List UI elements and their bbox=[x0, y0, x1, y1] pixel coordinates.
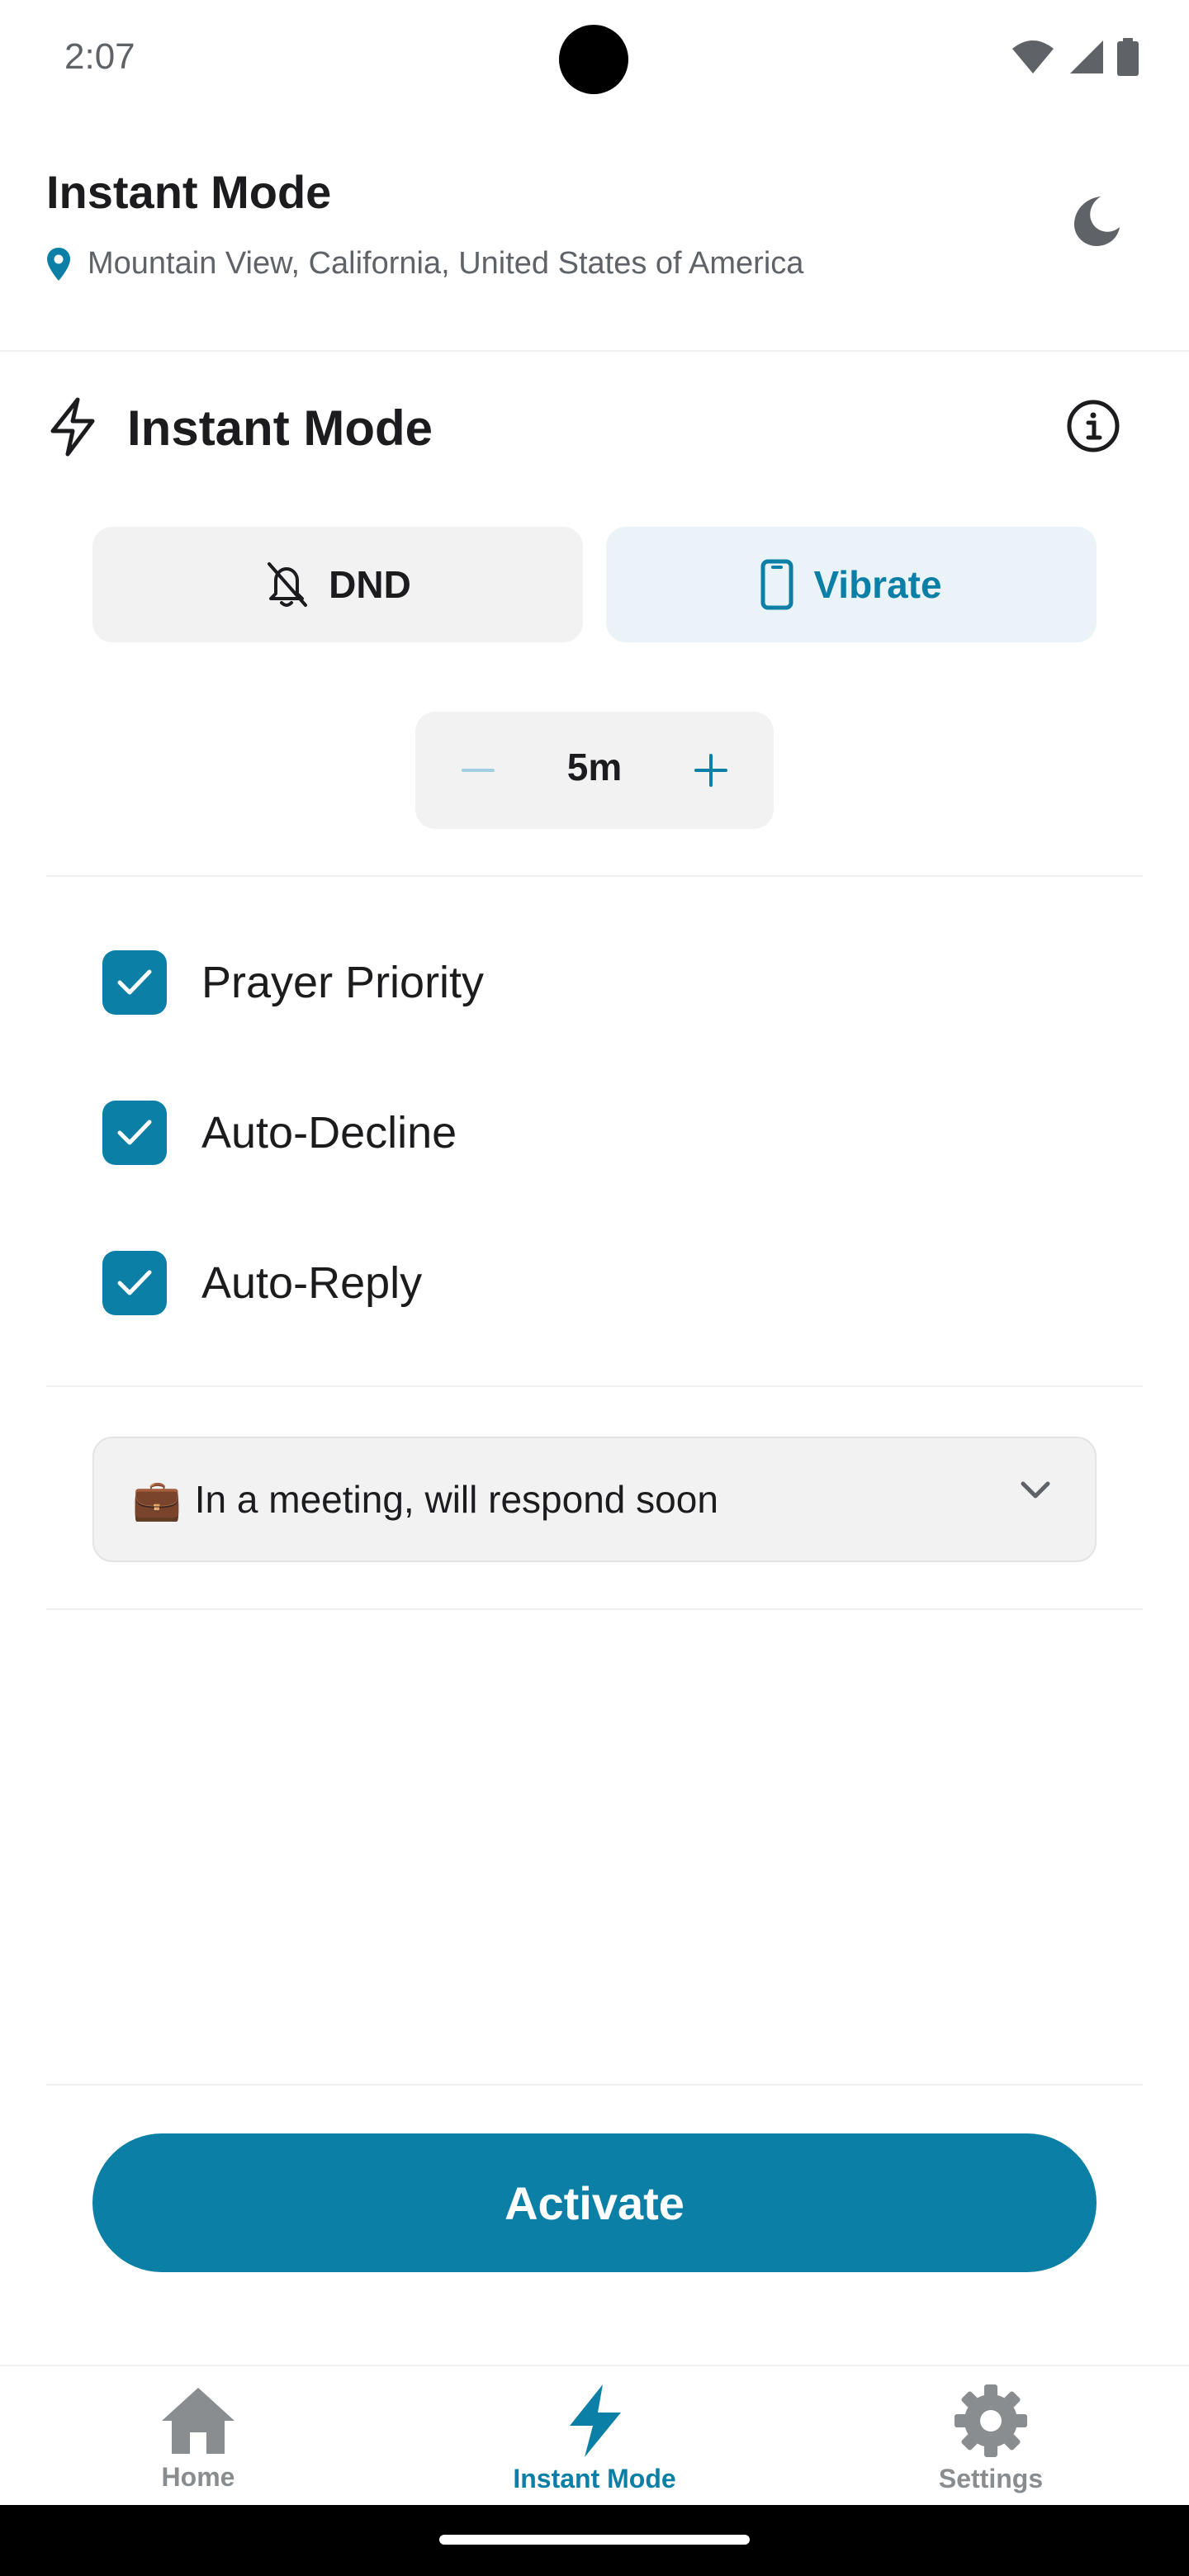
briefcase-icon: 💼 bbox=[132, 1478, 182, 1522]
nav-item-home[interactable]: Home bbox=[74, 2383, 322, 2507]
checkmark-icon bbox=[117, 969, 152, 995]
checkbox-checked[interactable] bbox=[102, 1101, 167, 1165]
dnd-mode-button[interactable]: DND bbox=[92, 527, 583, 642]
option-label: Auto-Decline bbox=[201, 1108, 457, 1158]
location-text: Mountain View, California, United States… bbox=[88, 246, 804, 281]
dnd-label: DND bbox=[329, 563, 411, 606]
divider bbox=[46, 1385, 1143, 1387]
nav-label: Settings bbox=[938, 2464, 1044, 2493]
page-title: Instant Mode bbox=[46, 166, 332, 218]
status-bar: 2:07 bbox=[0, 0, 1189, 122]
battery-icon bbox=[1117, 38, 1139, 76]
increment-button[interactable] bbox=[681, 741, 741, 800]
bolt-icon bbox=[570, 2384, 621, 2457]
theme-toggle-button[interactable] bbox=[1065, 192, 1125, 251]
checkmark-icon bbox=[117, 1120, 152, 1145]
duration-value: 5m bbox=[566, 746, 623, 788]
chevron-down-icon bbox=[1021, 1481, 1050, 1499]
auto-reply-message-select[interactable]: 💼 In a meeting, will respond soon bbox=[92, 1437, 1097, 1562]
activate-button[interactable]: Activate bbox=[92, 2133, 1097, 2272]
camera-cutout bbox=[559, 25, 628, 94]
option-prayer-priority[interactable]: Prayer Priority bbox=[102, 941, 1011, 1024]
checkbox-checked[interactable] bbox=[102, 950, 167, 1015]
status-time: 2:07 bbox=[64, 36, 135, 77]
gesture-navigation-bar bbox=[0, 2505, 1189, 2576]
cell-signal-icon bbox=[1070, 40, 1103, 73]
option-auto-decline[interactable]: Auto-Decline bbox=[102, 1091, 1011, 1174]
gear-icon bbox=[955, 2384, 1027, 2457]
checkmark-icon bbox=[117, 1270, 152, 1295]
auto-reply-message: In a meeting, will respond soon bbox=[194, 1478, 718, 1521]
home-icon bbox=[162, 2388, 234, 2454]
info-button[interactable] bbox=[1063, 396, 1123, 456]
nav-label: Home bbox=[161, 2462, 235, 2492]
bolt-outline-icon bbox=[50, 397, 95, 457]
nav-item-settings[interactable]: Settings bbox=[867, 2383, 1115, 2507]
decrement-button[interactable] bbox=[448, 741, 508, 800]
moon-icon bbox=[1074, 197, 1120, 246]
app-header: Instant Mode Mountain View, California, … bbox=[0, 122, 1189, 352]
option-auto-reply[interactable]: Auto-Reply bbox=[102, 1242, 1011, 1324]
status-icons bbox=[1011, 38, 1139, 76]
divider bbox=[46, 2084, 1143, 2086]
info-icon bbox=[1067, 400, 1120, 452]
section-title: Instant Mode bbox=[127, 400, 433, 456]
vibrate-label: Vibrate bbox=[813, 563, 942, 606]
divider bbox=[46, 875, 1143, 877]
phone-icon bbox=[760, 559, 793, 610]
checkbox-checked[interactable] bbox=[102, 1251, 167, 1315]
location-row: Mountain View, California, United States… bbox=[46, 246, 803, 282]
divider bbox=[46, 1608, 1143, 1610]
nav-item-instant-mode[interactable]: Instant Mode bbox=[471, 2383, 718, 2507]
minus-icon bbox=[462, 769, 495, 772]
vibrate-mode-button[interactable]: Vibrate bbox=[606, 527, 1097, 642]
home-gesture-handle[interactable] bbox=[439, 2535, 750, 2545]
instant-mode-section-header: Instant Mode bbox=[46, 388, 1120, 471]
wifi-icon bbox=[1012, 40, 1054, 73]
option-label: Prayer Priority bbox=[201, 958, 485, 1007]
bottom-navigation: Home Instant Mode Settings bbox=[0, 2365, 1189, 2505]
duration-stepper: 5m bbox=[415, 712, 774, 829]
option-label: Auto-Reply bbox=[201, 1258, 423, 1308]
plus-icon bbox=[694, 754, 727, 787]
bell-off-icon bbox=[268, 562, 308, 607]
location-pin-icon bbox=[47, 247, 70, 281]
nav-label: Instant Mode bbox=[513, 2464, 676, 2493]
